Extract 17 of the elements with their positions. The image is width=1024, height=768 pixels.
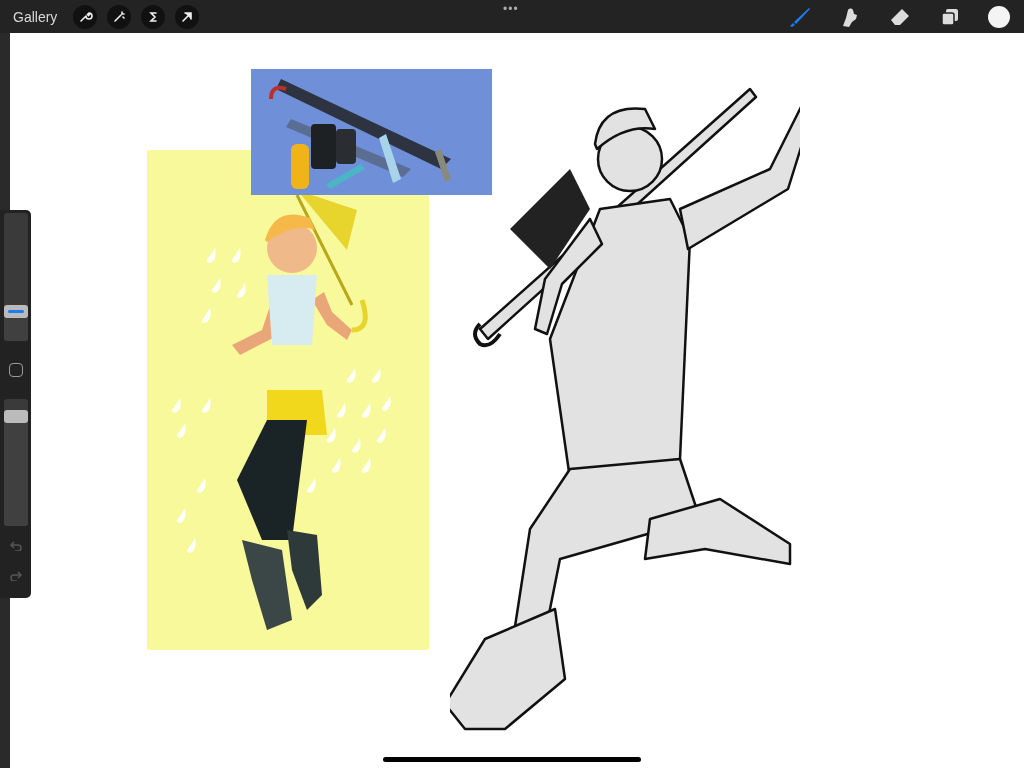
magic-wand-icon [111,8,128,25]
slider-thumb[interactable] [3,410,28,423]
wrench-button[interactable] [73,4,98,29]
brush-size-slider[interactable] [3,213,28,341]
slider-thumb[interactable] [3,305,28,318]
wand-button[interactable] [107,4,132,29]
undo-icon [9,541,22,551]
modify-button[interactable] [8,363,23,377]
selection-button[interactable] [141,4,166,29]
gallery-button[interactable]: Gallery [13,8,58,25]
transform-button[interactable] [175,4,200,29]
color-swatch[interactable] [988,5,1010,28]
eraser-icon [889,7,911,26]
layers-icon [940,6,960,27]
redo-icon [9,571,22,581]
more-options-button[interactable]: ••• [503,2,519,16]
brush-icon [788,5,812,28]
